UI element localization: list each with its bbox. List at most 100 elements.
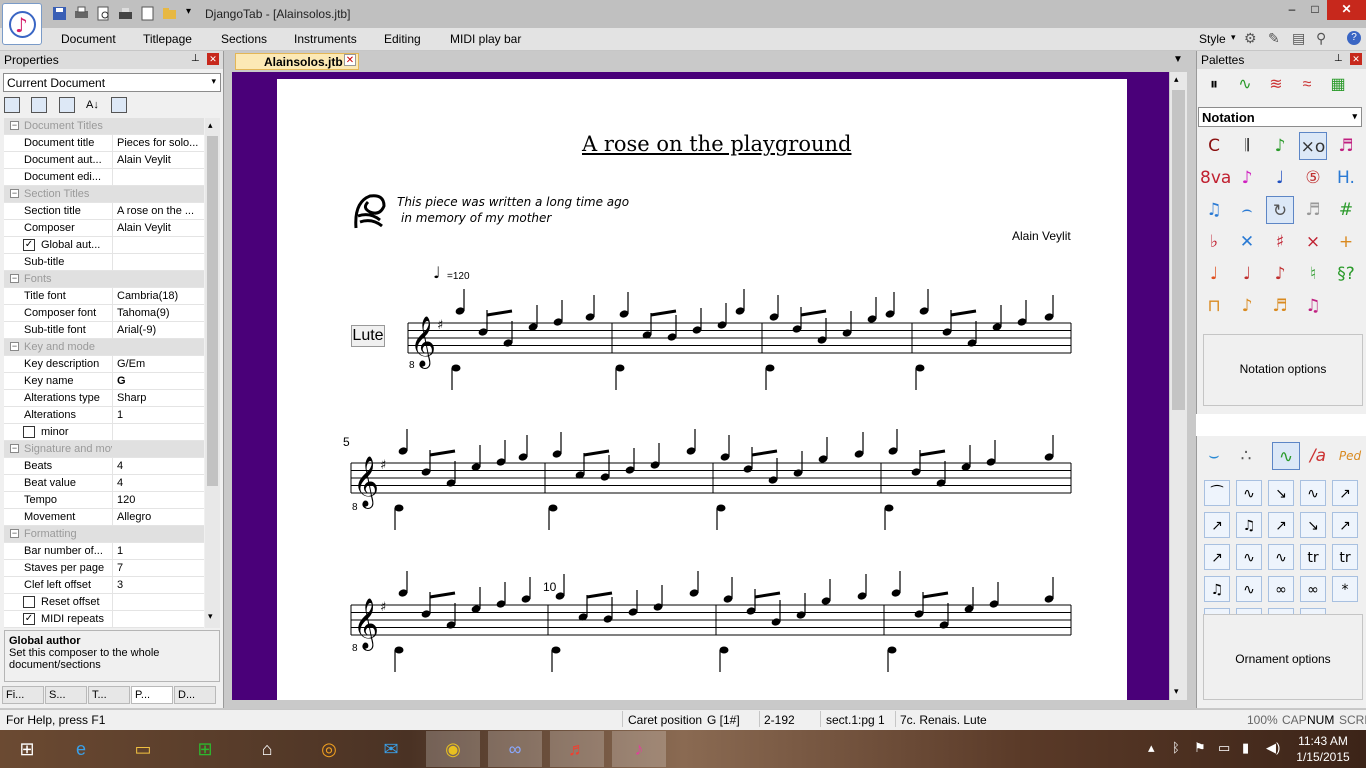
- store-icon[interactable]: ⊞: [178, 731, 232, 767]
- beam: [429, 591, 456, 599]
- ornament-palette-item[interactable]: ∞: [1300, 576, 1326, 602]
- chevron-down-icon: ▾: [1352, 111, 1357, 121]
- mail-icon[interactable]: ✉: [364, 731, 418, 767]
- notation-palette-item[interactable]: ↻: [1266, 196, 1294, 224]
- file-explorer-icon[interactable]: ▭: [116, 731, 170, 767]
- notation-palette-item[interactable]: ♩: [1200, 260, 1228, 288]
- pin-panel-icon[interactable]: ⊥: [1334, 53, 1343, 64]
- start-windows-icon[interactable]: ⊞: [0, 731, 54, 767]
- ornament-palette-item[interactable]: tr: [1300, 544, 1326, 570]
- notation-palette-item[interactable]: ♭: [1200, 228, 1228, 256]
- wave-palette-icon[interactable]: ∿: [1234, 74, 1256, 96]
- ornament-tab-dots-icon[interactable]: ∴: [1232, 442, 1260, 470]
- chrome-icon[interactable]: ◉: [426, 731, 480, 767]
- notation-palette-item[interactable]: ♬: [1332, 132, 1360, 160]
- ornament-palette-item[interactable]: ⁀: [1204, 480, 1230, 506]
- ornament-palette-item[interactable]: ↘: [1268, 480, 1294, 506]
- vibrato-palette-icon[interactable]: ≈: [1296, 74, 1318, 96]
- notation-palette-item[interactable]: H.: [1332, 164, 1360, 192]
- notation-palette-item[interactable]: ♬: [1266, 292, 1294, 320]
- notation-palette-item[interactable]: 8va: [1200, 164, 1231, 192]
- ornament-palette-item[interactable]: ∿: [1236, 480, 1262, 506]
- tremolo-palette-icon[interactable]: ≋: [1265, 74, 1287, 96]
- notation-palette-item[interactable]: §?: [1332, 260, 1360, 288]
- palette-type-select[interactable]: Notation ▾: [1198, 107, 1362, 127]
- notation-palette-item[interactable]: ♫: [1299, 292, 1327, 320]
- ornament-palette-item[interactable]: ↗: [1204, 512, 1230, 538]
- ornament-tab-wave-icon[interactable]: ∿: [1272, 442, 1300, 470]
- ornament-palette-item[interactable]: ↘: [1300, 512, 1326, 538]
- ornament-palette-item[interactable]: *: [1332, 576, 1358, 602]
- notation-palette-item[interactable]: #: [1332, 196, 1360, 224]
- bass-note-head: [394, 646, 404, 654]
- ornament-palette-item[interactable]: ∿: [1236, 576, 1262, 602]
- grid-palette-icon[interactable]: ▦: [1327, 74, 1349, 96]
- notation-palette-item[interactable]: C: [1200, 132, 1228, 160]
- status-separator: [622, 711, 623, 727]
- home-icon[interactable]: ⌂: [240, 731, 294, 767]
- ornament-tab-ped-icon[interactable]: Ped: [1336, 442, 1364, 470]
- key-signature-sharp-icon: ♯: [380, 458, 386, 473]
- ornament-tab-slash-icon[interactable]: /a: [1304, 442, 1332, 470]
- bluetooth-icon[interactable]: ᛒ: [1172, 740, 1180, 755]
- ie-browser-icon[interactable]: e: [54, 731, 108, 767]
- ornament-palette-item[interactable]: ↗: [1204, 544, 1230, 570]
- notation-palette-item[interactable]: ✕: [1233, 228, 1261, 256]
- headphones-icon[interactable]: ◎: [302, 731, 356, 767]
- ornament-palette-item[interactable]: ∿: [1268, 544, 1294, 570]
- ornament-tab-slur-icon[interactable]: ⌣: [1200, 442, 1228, 470]
- ornament-palette-item[interactable]: tr: [1332, 544, 1358, 570]
- ornament-palette-item[interactable]: ♫: [1236, 512, 1262, 538]
- notation-palette-item[interactable]: ♮: [1299, 260, 1327, 288]
- notation-options[interactable]: Notation options: [1203, 334, 1363, 406]
- infinity-app-icon[interactable]: ∞: [488, 731, 542, 767]
- pause-palette-icon[interactable]: ⏸: [1203, 74, 1225, 96]
- notation-palette-item[interactable]: ♩: [1233, 260, 1261, 288]
- notation-palette-item[interactable]: ♪: [1233, 164, 1261, 192]
- notation-palette-item[interactable]: ♪: [1266, 260, 1294, 288]
- djangotab-taskbar-icon[interactable]: ♪: [612, 731, 666, 767]
- ornament-palette-item[interactable]: ↗: [1332, 480, 1358, 506]
- display-icon[interactable]: ▭: [1218, 740, 1230, 756]
- ornament-palette-item[interactable]: ↗: [1332, 512, 1358, 538]
- notation-palette-item[interactable]: ♯: [1266, 228, 1294, 256]
- notation-palette-item[interactable]: ×o: [1299, 132, 1327, 160]
- ornament-palette-item[interactable]: ∿: [1236, 544, 1262, 570]
- beam: [922, 591, 949, 599]
- notation-palette-item[interactable]: ♪: [1266, 132, 1294, 160]
- volume-icon[interactable]: ◀): [1266, 740, 1280, 756]
- notation-palette-item[interactable]: ⑤: [1299, 164, 1327, 192]
- notation-palette-item[interactable]: ♫: [1200, 196, 1228, 224]
- notation-palette-item[interactable]: ×: [1299, 228, 1327, 256]
- network-signal-icon[interactable]: ▮: [1242, 740, 1249, 756]
- notation-palette-item[interactable]: ♬: [1299, 196, 1327, 224]
- close-palettes-icon[interactable]: ✕: [1350, 53, 1362, 65]
- notation-palette-item[interactable]: +: [1332, 228, 1360, 256]
- status-note: G [1#]: [707, 713, 740, 727]
- notation-palette-item[interactable]: ♩: [1266, 164, 1294, 192]
- clock-date[interactable]: 1/15/2015: [1293, 750, 1353, 764]
- app-menu-button[interactable]: ♪: [2, 3, 42, 45]
- music-staves[interactable]: 𝄞 ♯𝄞 ♯𝄞 ♯: [0, 0, 1366, 768]
- ornament-options[interactable]: Ornament options: [1203, 614, 1363, 700]
- tray-up-icon[interactable]: ▴: [1148, 740, 1155, 756]
- status-range: 2-192: [764, 713, 795, 727]
- ornament-palette-item[interactable]: ∞: [1268, 576, 1294, 602]
- bass-note-head: [915, 364, 925, 372]
- clock-time[interactable]: 11:43 AM: [1293, 734, 1353, 748]
- beam: [429, 449, 456, 457]
- bass-note-head: [719, 646, 729, 654]
- status-caps: CAP: [1282, 713, 1307, 727]
- notation-palette-item[interactable]: ⌢: [1233, 196, 1261, 224]
- ornament-palette-item[interactable]: ↗: [1268, 512, 1294, 538]
- notation-palette-item[interactable]: [1332, 292, 1360, 320]
- ornament-palette-item[interactable]: ∿: [1300, 480, 1326, 506]
- bass-note-head: [884, 504, 894, 512]
- ornament-palette-item[interactable]: ♫: [1204, 576, 1230, 602]
- lute-app-icon[interactable]: ♬: [550, 731, 604, 767]
- notation-palette-item[interactable]: ⊓: [1200, 292, 1228, 320]
- beam: [754, 591, 781, 599]
- notation-palette-item[interactable]: ♪: [1233, 292, 1261, 320]
- flag-icon[interactable]: ⚑: [1194, 740, 1206, 756]
- notation-palette-item[interactable]: 𝄂: [1233, 132, 1261, 160]
